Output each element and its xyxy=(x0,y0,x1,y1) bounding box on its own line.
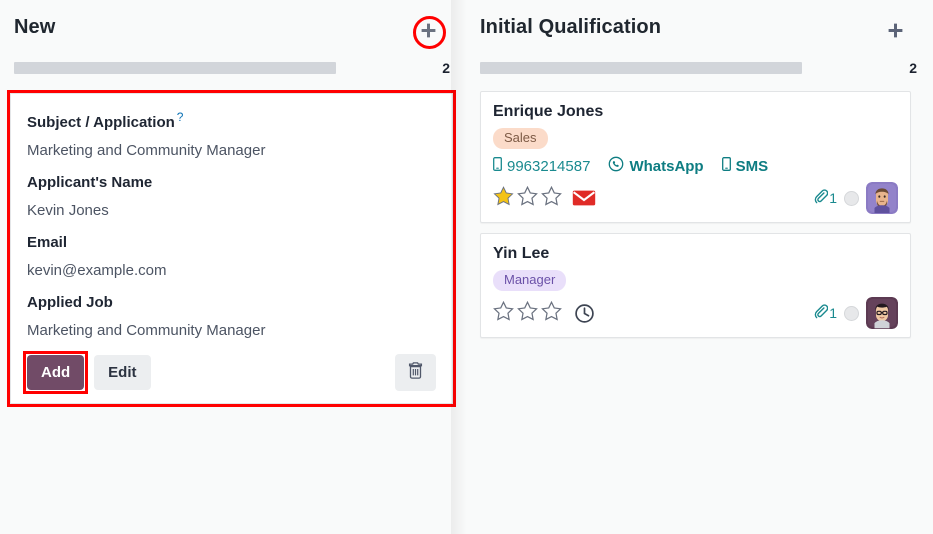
kanban-card[interactable]: Yin Lee Manager xyxy=(480,233,911,338)
plus-icon xyxy=(886,22,905,46)
trash-icon xyxy=(408,362,423,383)
kanban-card-list: Enrique Jones Sales 9963214587 xyxy=(466,79,933,338)
record-tag[interactable]: Sales xyxy=(493,128,548,149)
kanban-card[interactable]: Enrique Jones Sales 9963214587 xyxy=(480,91,911,223)
kanban-board: New 2 Subject / Application? xyxy=(0,0,933,534)
column-title-new: New xyxy=(14,14,55,40)
field-label-text: Subject / Application xyxy=(27,114,175,131)
column-title-initial-qualification: Initial Qualification xyxy=(480,14,661,40)
column-divider xyxy=(451,0,467,534)
help-tooltip-icon[interactable]: ? xyxy=(177,110,184,124)
add-record-button-new[interactable] xyxy=(406,15,450,53)
column-header-initial-qualification: Initial Qualification xyxy=(466,0,933,53)
record-count-new: 2 xyxy=(442,60,450,76)
field-value[interactable]: Kevin Jones xyxy=(27,201,436,220)
star-icon-filled[interactable] xyxy=(493,186,514,211)
priority-stars[interactable] xyxy=(493,186,562,211)
record-tag[interactable]: Manager xyxy=(493,270,566,291)
delete-button[interactable] xyxy=(395,354,436,391)
whatsapp-label: WhatsApp xyxy=(629,158,703,175)
star-icon-empty[interactable] xyxy=(517,301,538,326)
kanban-column-initial-qualification: Initial Qualification 2 Enrique Jones Sa… xyxy=(466,0,933,534)
attachment-count-label: 1 xyxy=(829,190,837,206)
record-meta-right: 1 xyxy=(813,297,898,329)
field-applicant-name: Applicant's Name Kevin Jones xyxy=(27,174,436,220)
field-label: Email xyxy=(27,234,436,252)
field-applied-job: Applied Job Marketing and Community Mana… xyxy=(27,294,436,340)
sms-label: SMS xyxy=(736,158,769,175)
phone-link[interactable]: 9963214587 xyxy=(493,157,590,175)
progress-bar-initial-qualification[interactable] xyxy=(480,62,802,74)
quick-create-form: Subject / Application? Marketing and Com… xyxy=(10,93,453,404)
attachment-count[interactable]: 1 xyxy=(813,189,837,207)
edit-button[interactable]: Edit xyxy=(94,355,150,390)
add-button-highlight-ring xyxy=(413,16,446,49)
avatar[interactable] xyxy=(866,182,898,214)
record-contact-row: 9963214587 WhatsApp xyxy=(493,156,898,176)
column-progress-new: 2 xyxy=(0,57,466,79)
phone-number: 9963214587 xyxy=(507,158,590,175)
envelope-icon[interactable] xyxy=(572,189,596,207)
whatsapp-link[interactable]: WhatsApp xyxy=(608,156,703,176)
quick-create-actions: Add Edit xyxy=(27,354,436,391)
add-button[interactable]: Add xyxy=(27,355,84,390)
progress-bar-new[interactable] xyxy=(14,62,336,74)
sms-link[interactable]: SMS xyxy=(722,157,769,175)
add-button-wrapper: Add xyxy=(27,355,84,390)
column-header-new: New xyxy=(0,0,466,53)
grey-circle-icon[interactable] xyxy=(844,306,859,321)
star-icon-empty[interactable] xyxy=(541,301,562,326)
paperclip-icon xyxy=(813,304,828,322)
star-icon-empty[interactable] xyxy=(541,186,562,211)
star-icon-empty[interactable] xyxy=(517,186,538,211)
clock-icon[interactable] xyxy=(574,303,595,324)
record-name: Enrique Jones xyxy=(493,101,898,122)
field-value[interactable]: Marketing and Community Manager xyxy=(27,321,436,340)
priority-stars[interactable] xyxy=(493,301,562,326)
column-progress-initial-qualification: 2 xyxy=(466,57,933,79)
avatar[interactable] xyxy=(866,297,898,329)
record-meta-row: 1 xyxy=(493,182,898,214)
field-label: Subject / Application? xyxy=(27,108,436,132)
field-value[interactable]: kevin@example.com xyxy=(27,261,436,280)
field-label: Applicant's Name xyxy=(27,174,436,192)
kanban-column-new: New 2 Subject / Application? xyxy=(0,0,466,534)
whatsapp-icon xyxy=(608,156,624,176)
field-subject-application: Subject / Application? Marketing and Com… xyxy=(27,108,436,160)
record-meta-right: 1 xyxy=(813,182,898,214)
mobile-phone-icon xyxy=(493,157,502,175)
quick-create-card-wrapper: Subject / Application? Marketing and Com… xyxy=(10,93,453,404)
field-value[interactable]: Marketing and Community Manager xyxy=(27,141,436,160)
field-label: Applied Job xyxy=(27,294,436,312)
paperclip-icon xyxy=(813,189,828,207)
sms-icon xyxy=(722,157,731,175)
attachment-count[interactable]: 1 xyxy=(813,304,837,322)
grey-circle-icon[interactable] xyxy=(844,191,859,206)
field-email: Email kevin@example.com xyxy=(27,234,436,280)
record-meta-row: 1 xyxy=(493,297,898,329)
record-name: Yin Lee xyxy=(493,243,898,264)
record-count-initial-qualification: 2 xyxy=(909,60,917,76)
star-icon-empty[interactable] xyxy=(493,301,514,326)
add-record-button-initial-qualification[interactable] xyxy=(873,15,917,53)
attachment-count-label: 1 xyxy=(829,305,837,321)
